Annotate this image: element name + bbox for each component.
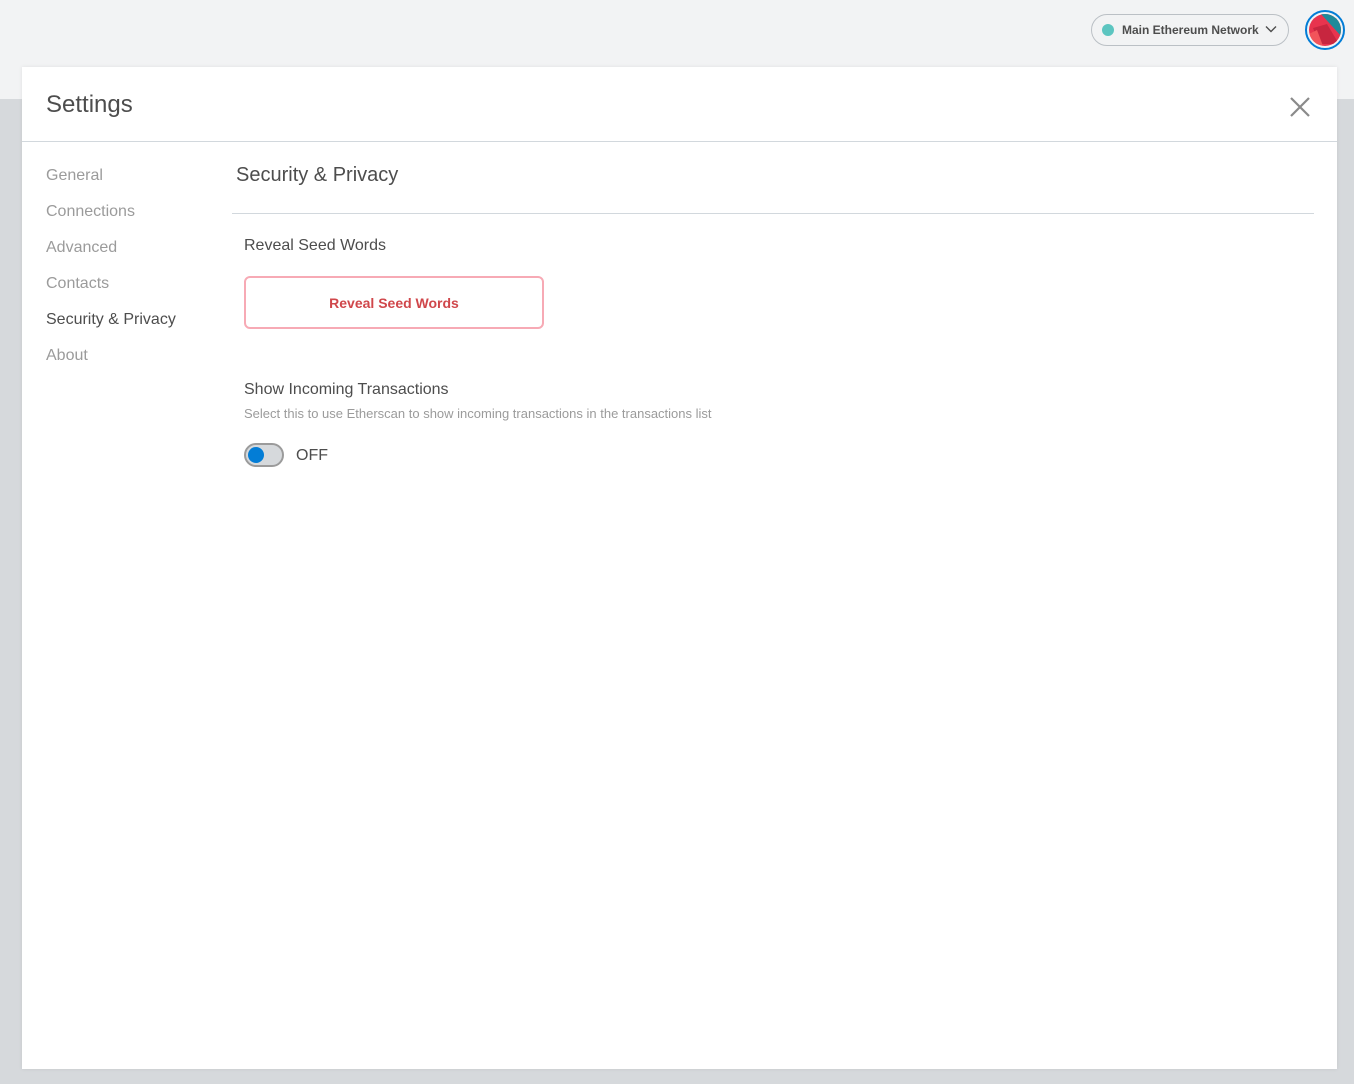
- incoming-transactions-toggle[interactable]: [244, 443, 284, 467]
- tab-advanced[interactable]: Advanced: [46, 235, 176, 271]
- page-title: Settings: [46, 91, 133, 118]
- close-icon[interactable]: [1288, 95, 1312, 119]
- reveal-seed-label: Reveal Seed Words: [244, 237, 386, 254]
- settings-header: Settings: [22, 67, 1337, 142]
- tab-contacts[interactable]: Contacts: [46, 271, 176, 307]
- incoming-transactions-label: Show Incoming Transactions: [244, 381, 449, 398]
- divider: [232, 213, 1314, 214]
- tab-general[interactable]: General: [46, 163, 176, 199]
- tab-connections[interactable]: Connections: [46, 199, 176, 235]
- tab-about[interactable]: About: [46, 343, 176, 379]
- tab-security-privacy[interactable]: Security & Privacy: [46, 307, 176, 343]
- reveal-seed-words-button[interactable]: Reveal Seed Words: [244, 276, 544, 329]
- toggle-state-label: OFF: [296, 447, 328, 464]
- settings-modal: Settings General Connections Advanced Co…: [22, 67, 1337, 1069]
- network-dropdown[interactable]: Main Ethereum Network: [1091, 14, 1289, 46]
- incoming-transactions-description: Select this to use Etherscan to show inc…: [244, 406, 712, 421]
- settings-sidebar: General Connections Advanced Contacts Se…: [46, 163, 176, 379]
- account-menu-button[interactable]: [1305, 10, 1345, 50]
- section-title: Security & Privacy: [236, 164, 399, 186]
- chevron-down-icon: [1265, 26, 1277, 33]
- network-name: Main Ethereum Network: [1122, 23, 1259, 37]
- identicon-avatar: [1309, 14, 1341, 46]
- network-status-dot: [1102, 24, 1114, 36]
- toggle-knob: [248, 447, 264, 463]
